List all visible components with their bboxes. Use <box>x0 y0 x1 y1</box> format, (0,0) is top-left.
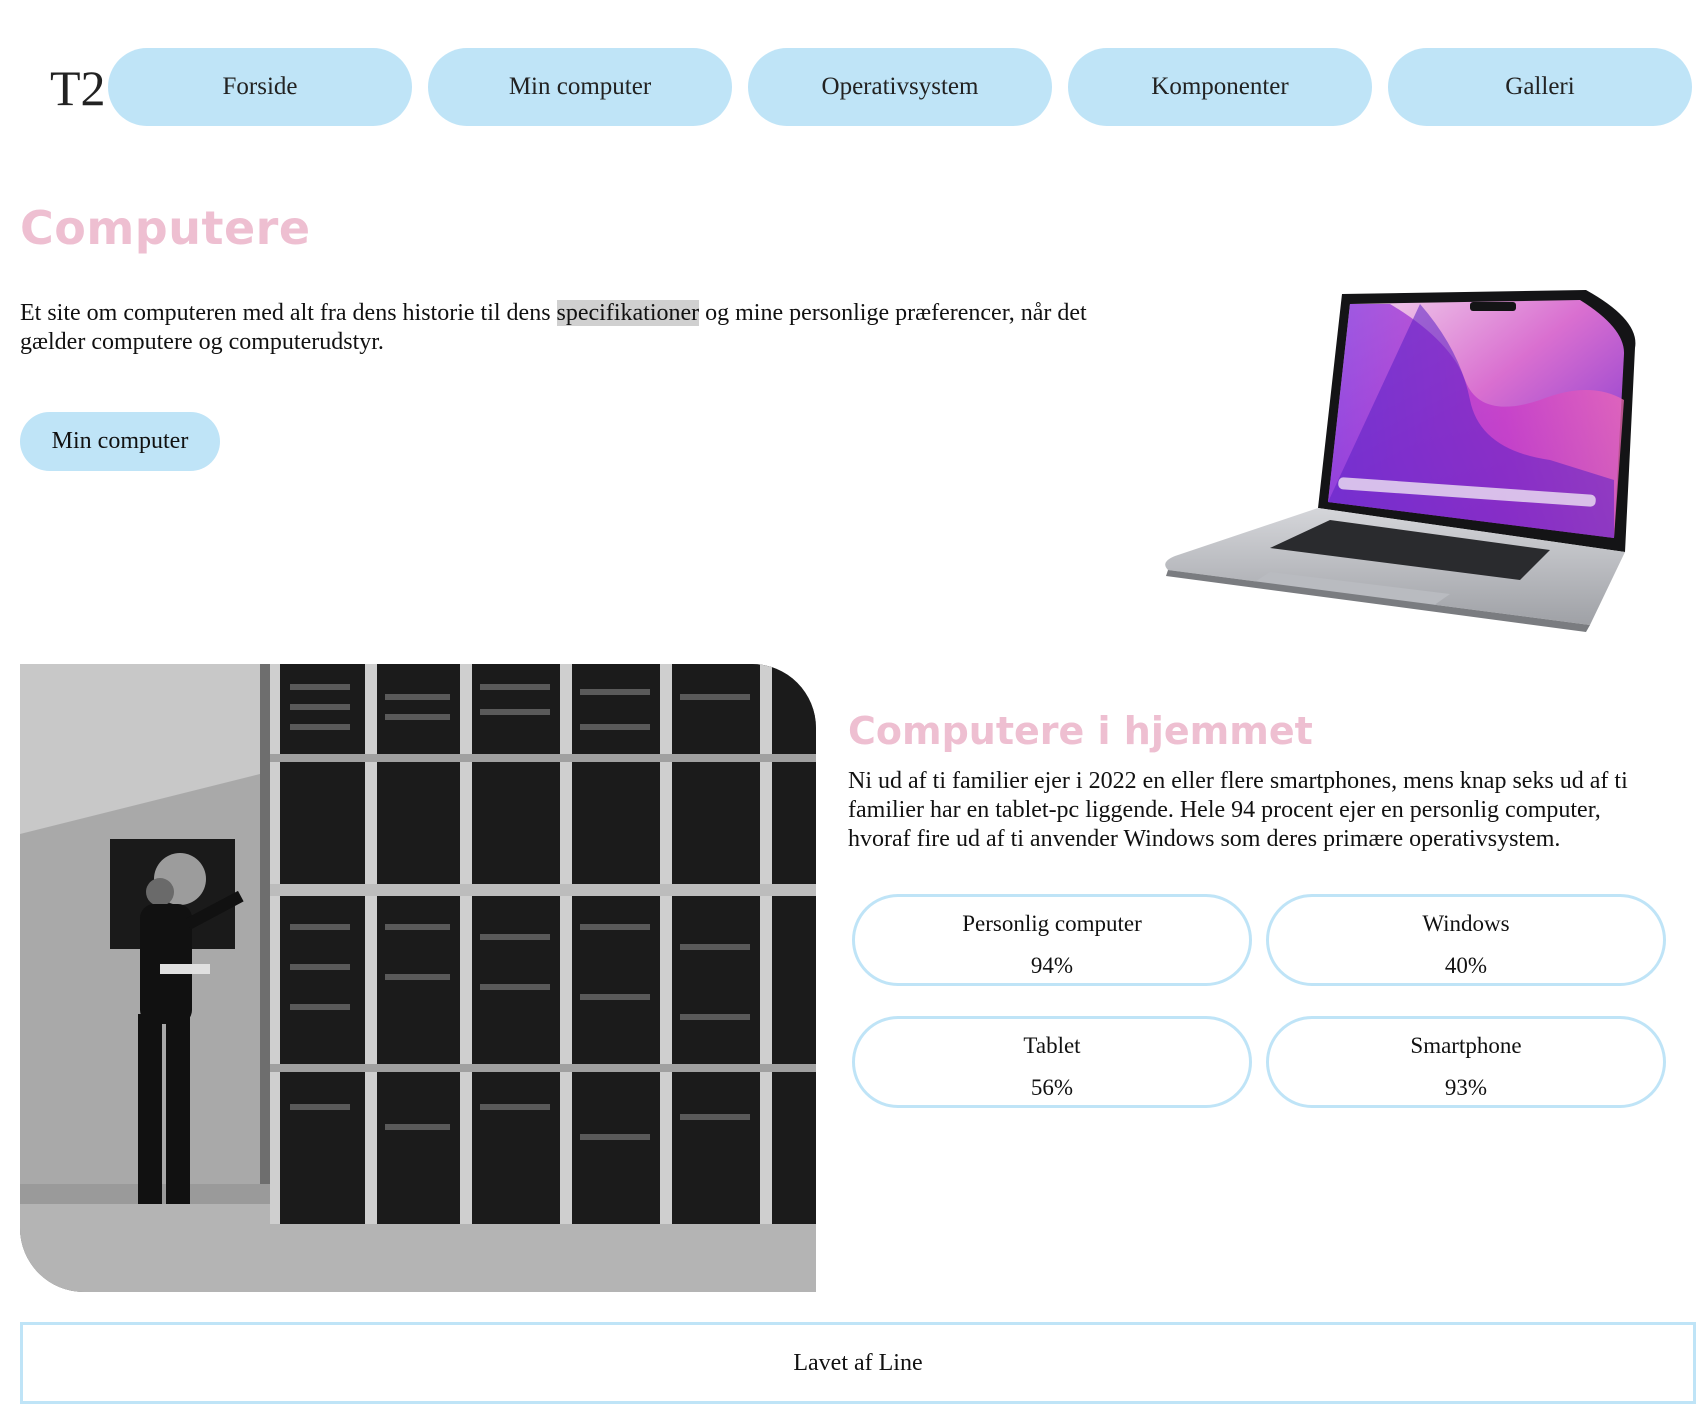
stat-label: Personlig computer <box>962 911 1142 936</box>
site-logo[interactable]: T2 <box>50 58 106 118</box>
stat-label: Windows <box>1422 911 1510 936</box>
stat-label: Smartphone <box>1410 1033 1522 1058</box>
stat-value: 56% <box>1030 1075 1074 1100</box>
laptop-image <box>1120 280 1640 640</box>
footer-text: Lavet af Line <box>793 1349 923 1376</box>
stat-value: 93% <box>1444 1075 1488 1100</box>
stat-value: 40% <box>1444 953 1488 978</box>
stat-label: Tablet <box>1023 1033 1081 1058</box>
stat-card-smartphone: Smartphone 93% <box>1266 1016 1666 1108</box>
page-title: Computere <box>20 201 311 255</box>
intro-text-start: Et site om computeren med alt fra dens h… <box>20 300 557 326</box>
intro-paragraph: Et site om computeren med alt fra dens h… <box>20 299 1130 357</box>
footer: Lavet af Line <box>20 1322 1696 1404</box>
top-navigation: T2 Forside Min computer Operativsystem K… <box>0 0 1696 140</box>
nav-min-computer-button[interactable]: Min computer <box>428 48 732 126</box>
mainframe-photo <box>20 664 816 1292</box>
section-title: Computere i hjemmet <box>848 709 1313 753</box>
stat-value: 94% <box>1030 953 1074 978</box>
section-paragraph: Ni ud af ti familier ejer i 2022 en elle… <box>848 768 1628 852</box>
highlighted-word: specifikationer <box>556 300 700 326</box>
nav-forside-button[interactable]: Forside <box>108 48 412 126</box>
stat-card-personlig-computer: Personlig computer 94% <box>852 894 1252 986</box>
nav-operativsystem-button[interactable]: Operativsystem <box>748 48 1052 126</box>
min-computer-button[interactable]: Min computer <box>20 412 220 471</box>
nav-komponenter-button[interactable]: Komponenter <box>1068 48 1372 126</box>
stat-card-tablet: Tablet 56% <box>852 1016 1252 1108</box>
nav-galleri-button[interactable]: Galleri <box>1388 48 1692 126</box>
stat-card-windows: Windows 40% <box>1266 894 1666 986</box>
